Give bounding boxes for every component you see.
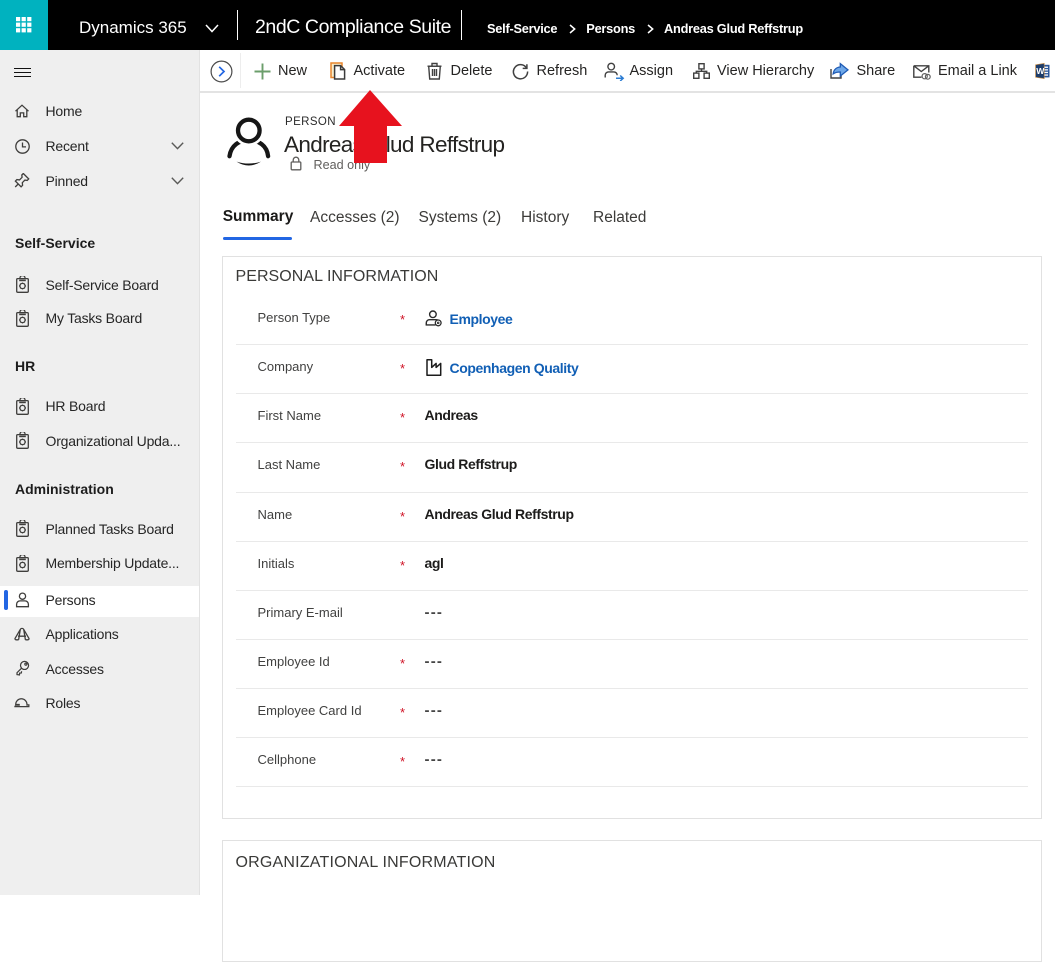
svg-text:W: W xyxy=(1036,66,1045,76)
